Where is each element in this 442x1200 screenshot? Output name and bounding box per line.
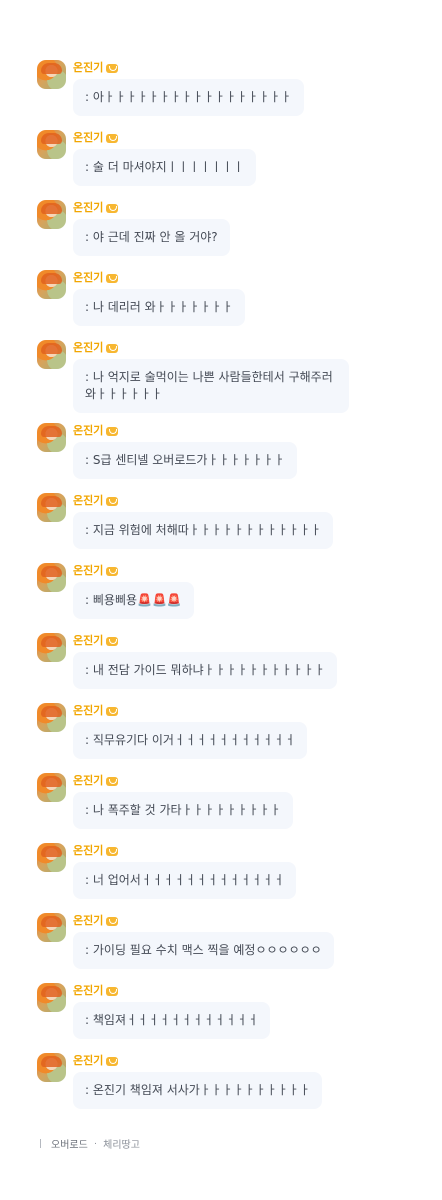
- work-title[interactable]: 오버로드: [51, 1136, 88, 1151]
- profile-badge-icon: [106, 846, 119, 856]
- sender-name: 온진기: [73, 912, 119, 928]
- message-bubble: : 가이딩 필요 수치 맥스 찍을 예정ㅇㅇㅇㅇㅇㅇ: [73, 932, 334, 969]
- profile-badge-icon: [106, 63, 119, 73]
- profile-badge-icon: [106, 343, 119, 353]
- avatar[interactable]: [37, 493, 66, 522]
- sender-name: 온진기: [73, 492, 119, 508]
- sender-name: 온진기: [73, 702, 119, 718]
- sender-name: 온진기: [73, 422, 119, 438]
- profile-badge-icon: [106, 203, 119, 213]
- message-bubble: : 온진기 책임져 서사가ㅏㅏㅏㅏㅏㅏㅏㅏㅏㅏ: [73, 1072, 323, 1109]
- author-name[interactable]: 체리땅고: [103, 1136, 140, 1151]
- profile-badge-icon: [106, 273, 119, 283]
- sender-name: 온진기: [73, 269, 119, 285]
- sender-name: 온진기: [73, 562, 119, 578]
- sender-name: 온진기: [73, 199, 119, 215]
- avatar[interactable]: [37, 983, 66, 1012]
- avatar[interactable]: [37, 913, 66, 942]
- message-bubble: : 책임져ㅓㅓㅓㅓㅓㅓㅓㅓㅓㅓㅓㅓ: [73, 1002, 271, 1039]
- message-bubble: : 나 억지로 술먹이는 나쁜 사람들한테서 구해주러 와ㅏㅏㅏㅏㅏㅏ: [73, 359, 349, 413]
- sender-name: 온진기: [73, 842, 119, 858]
- message-bubble: : 지금 위험에 처해따ㅏㅏㅏㅏㅏㅏㅏㅏㅏㅏㅏㅏ: [73, 512, 334, 549]
- avatar[interactable]: [37, 703, 66, 732]
- profile-badge-icon: [106, 1056, 119, 1066]
- avatar[interactable]: [37, 340, 66, 369]
- avatar[interactable]: [37, 563, 66, 592]
- avatar[interactable]: [37, 200, 66, 229]
- profile-badge-icon: [106, 706, 119, 716]
- message-bubble: : 아ㅏㅏㅏㅏㅏㅏㅏㅏㅏㅏㅏㅏㅏㅏㅏㅏㅏ: [73, 79, 304, 116]
- sender-name: 온진기: [73, 129, 119, 145]
- sender-name: 온진기: [73, 339, 119, 355]
- message-bubble: : 너 업어서ㅓㅓㅓㅓㅓㅓㅓㅓㅓㅓㅓㅓㅓ: [73, 862, 297, 899]
- message-bubble: : S급 센티넬 오버로드가ㅏㅏㅏㅏㅏㅏㅏ: [73, 442, 297, 479]
- avatar[interactable]: [37, 633, 66, 662]
- message-bubble: : 삐용삐용🚨🚨🚨: [73, 582, 194, 619]
- sender-name: 온진기: [73, 59, 119, 75]
- sender-name: 온진기: [73, 772, 119, 788]
- footer-divider: [40, 1139, 41, 1148]
- profile-badge-icon: [106, 916, 119, 926]
- sender-name: 온진기: [73, 1052, 119, 1068]
- footer-separator: ·: [93, 1138, 98, 1149]
- footer-credit: 오버로드 · 체리땅고: [40, 1136, 140, 1151]
- avatar[interactable]: [37, 423, 66, 452]
- message-bubble: : 나 폭주할 것 가타ㅏㅏㅏㅏㅏㅏㅏㅏㅏ: [73, 792, 293, 829]
- message-bubble: : 내 전담 가이드 뭐하냐ㅏㅏㅏㅏㅏㅏㅏㅏㅏㅏㅏ: [73, 652, 338, 689]
- profile-badge-icon: [106, 776, 119, 786]
- sender-name: 온진기: [73, 632, 119, 648]
- avatar[interactable]: [37, 60, 66, 89]
- profile-badge-icon: [106, 566, 119, 576]
- profile-badge-icon: [106, 636, 119, 646]
- profile-badge-icon: [106, 133, 119, 143]
- profile-badge-icon: [106, 986, 119, 996]
- profile-badge-icon: [106, 426, 119, 436]
- message-bubble: : 야 근데 진짜 안 올 거야?: [73, 219, 230, 256]
- message-bubble: : 직무유기다 이거ㅓㅓㅓㅓㅓㅓㅓㅓㅓㅓㅓ: [73, 722, 308, 759]
- message-bubble: : 나 데리러 와ㅏㅏㅏㅏㅏㅏㅏ: [73, 289, 245, 326]
- message-bubble: : 술 더 마셔야지ㅣㅣㅣㅣㅣㅣㅣ: [73, 149, 257, 186]
- avatar[interactable]: [37, 843, 66, 872]
- avatar[interactable]: [37, 1053, 66, 1082]
- avatar[interactable]: [37, 270, 66, 299]
- sender-name: 온진기: [73, 982, 119, 998]
- avatar[interactable]: [37, 130, 66, 159]
- profile-badge-icon: [106, 496, 119, 506]
- avatar[interactable]: [37, 773, 66, 802]
